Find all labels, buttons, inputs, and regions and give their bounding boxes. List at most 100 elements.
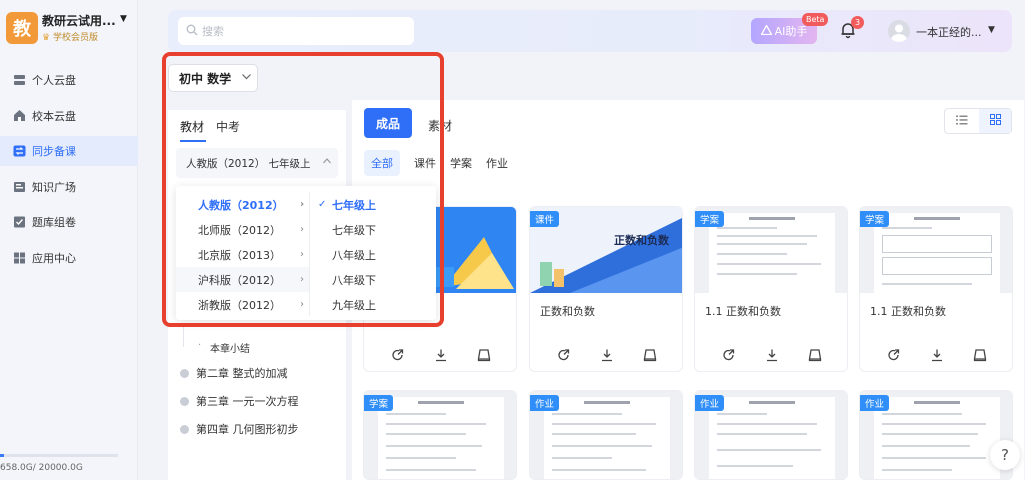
- chevron-right-icon: ›: [300, 249, 304, 260]
- card-title: 1.1 正数和负数: [705, 305, 781, 318]
- chapter-item[interactable]: 第四章 几何图形初步: [180, 421, 299, 437]
- help-icon: ?: [1001, 446, 1009, 464]
- sidebar-item-personal-cloud[interactable]: 个人云盘: [0, 65, 138, 95]
- save-to-drive-icon[interactable]: [805, 345, 825, 365]
- tab-textbook[interactable]: 教材: [180, 118, 204, 135]
- edition-option-label: 沪科版（2012）: [198, 273, 281, 287]
- chevron-right-icon: ›: [300, 224, 304, 235]
- notification-count-badge: 3: [851, 16, 864, 29]
- chapter-sub-item[interactable]: 本章小结: [198, 340, 250, 355]
- user-name[interactable]: 一本正经的...: [916, 24, 982, 40]
- sidebar-nav: 个人云盘 校本云盘 同步备课 知识广场 题库组卷 应用中心: [0, 65, 138, 278]
- chapter-item[interactable]: 第三章 一元一次方程: [180, 393, 299, 409]
- resource-card[interactable]: 学案: [363, 390, 517, 480]
- share-icon[interactable]: [719, 345, 739, 365]
- ai-assistant-label: AI助手: [774, 25, 808, 38]
- resource-card[interactable]: 学案 1.1 正数和负数: [859, 206, 1013, 372]
- sidebar-item-label: 同步备课: [32, 145, 76, 158]
- ai-icon: [760, 23, 773, 38]
- grade-option[interactable]: 九年级上: [310, 292, 436, 317]
- expand-dot-icon: [180, 424, 189, 434]
- type-filters: 全部 课件 学案 作业: [364, 150, 522, 176]
- type-tag: 作业: [530, 395, 560, 411]
- chapter-item[interactable]: 第二章 整式的加减: [180, 365, 288, 381]
- type-tag: 学案: [695, 211, 725, 227]
- sidebar-item-label: 题库组卷: [32, 216, 76, 229]
- download-icon[interactable]: [927, 345, 947, 365]
- download-icon[interactable]: [431, 345, 451, 365]
- edition-list: 人教版（2012） › 北师版（2012） › 北京版（2013） › 沪科版（201…: [176, 192, 310, 316]
- chapter-label: 第二章 整式的加减: [196, 367, 288, 380]
- edition-option[interactable]: 北京版（2013） ›: [176, 242, 309, 267]
- edition-option-label: 北师版（2012）: [198, 223, 281, 237]
- avatar[interactable]: [888, 20, 910, 42]
- filter-homework[interactable]: 作业: [486, 155, 508, 171]
- resource-card[interactable]: 作业: [694, 390, 848, 480]
- save-to-drive-icon[interactable]: [970, 345, 990, 365]
- chapter-label: 第四章 几何图形初步: [196, 423, 299, 436]
- sidebar-item-label: 校本云盘: [32, 109, 76, 123]
- filter-all[interactable]: 全部: [364, 150, 400, 176]
- filter-courseware[interactable]: 课件: [414, 155, 436, 171]
- save-to-drive-icon[interactable]: [640, 345, 660, 365]
- save-to-drive-icon[interactable]: [474, 345, 494, 365]
- grade-option[interactable]: 八年级上: [310, 242, 436, 267]
- grade-option[interactable]: 八年级下: [310, 267, 436, 292]
- help-button[interactable]: ?: [990, 440, 1020, 470]
- chapter-label: 第三章 一元一次方程: [196, 395, 299, 408]
- caret-down-icon[interactable]: ▼: [988, 25, 995, 35]
- resource-card[interactable]: 作业: [529, 390, 683, 480]
- card-title: 正数和负数: [540, 305, 595, 318]
- sidebar-item-school-cloud[interactable]: 校本云盘: [0, 101, 138, 131]
- resource-card[interactable]: 作业: [859, 390, 1013, 480]
- cloud-drive-icon: [12, 73, 26, 87]
- card-actions: [364, 345, 516, 367]
- edition-selector[interactable]: 人教版（2012） 七年级上: [176, 148, 338, 178]
- document-preview: [874, 397, 1000, 479]
- grid-view-button[interactable]: [979, 109, 1011, 133]
- resource-card[interactable]: 学案 1.1 正数和负数: [694, 206, 848, 372]
- share-icon[interactable]: [388, 345, 408, 365]
- apps-icon: [12, 251, 26, 265]
- type-tag: 作业: [695, 395, 725, 411]
- edition-option[interactable]: 浙教版（2012） ›: [176, 292, 309, 317]
- sidebar-item-app-center[interactable]: 应用中心: [0, 243, 138, 273]
- top-header: AI助手 Beta 3 一本正经的... ▼: [168, 10, 1012, 52]
- tab-materials[interactable]: 素材: [428, 117, 452, 134]
- edition-option[interactable]: 沪科版（2012） ›: [176, 267, 309, 292]
- document-preview: [378, 397, 504, 479]
- resource-card[interactable]: 正数和负数 课件 正数和负数: [529, 206, 683, 372]
- share-icon[interactable]: [554, 345, 574, 365]
- search-box[interactable]: [178, 17, 414, 45]
- tab-finished[interactable]: 成品: [364, 108, 412, 138]
- download-icon[interactable]: [597, 345, 617, 365]
- sidebar-item-knowledge[interactable]: 知识广场: [0, 172, 138, 202]
- storage-text: 658.0G/ 20000.0G: [0, 463, 83, 473]
- textbook-tabs: 教材 中考: [180, 118, 240, 135]
- sidebar-item-sync-prep[interactable]: 同步备课: [0, 136, 138, 166]
- tab-exam[interactable]: 中考: [216, 118, 240, 135]
- sidebar: 教 教研云试用... ▼ ♛ 学校会员版 个人云盘 校本云盘 同步备课 知识广场…: [0, 0, 138, 480]
- school-icon: [12, 109, 26, 123]
- download-icon[interactable]: [762, 345, 782, 365]
- edition-option[interactable]: 北师版（2012） ›: [176, 217, 309, 242]
- tab-underline: [180, 140, 206, 142]
- org-switcher[interactable]: 教 教研云试用... ▼ ♛ 学校会员版: [4, 10, 134, 46]
- type-tag: 学案: [364, 395, 394, 411]
- edition-option[interactable]: 人教版（2012） ›: [176, 192, 309, 217]
- list-view-button[interactable]: [945, 109, 979, 133]
- grade-option[interactable]: ✓ 七年级上: [310, 192, 436, 217]
- thumbnail-title: 正数和负数: [614, 234, 669, 247]
- chevron-right-icon: ›: [300, 274, 304, 285]
- share-icon[interactable]: [884, 345, 904, 365]
- filter-study-plan[interactable]: 学案: [450, 155, 472, 171]
- grade-option-label: 八年级上: [332, 248, 376, 262]
- search-input[interactable]: [202, 24, 402, 38]
- grade-option[interactable]: 七年级下: [310, 217, 436, 242]
- grid-icon: [989, 114, 1001, 128]
- caret-down-icon[interactable]: ▼: [120, 14, 127, 24]
- grade-subject-select[interactable]: 初中 数学: [168, 64, 258, 92]
- sidebar-item-question-bank[interactable]: 题库组卷: [0, 207, 138, 237]
- document-preview: [544, 397, 670, 479]
- book-icon: [12, 180, 26, 194]
